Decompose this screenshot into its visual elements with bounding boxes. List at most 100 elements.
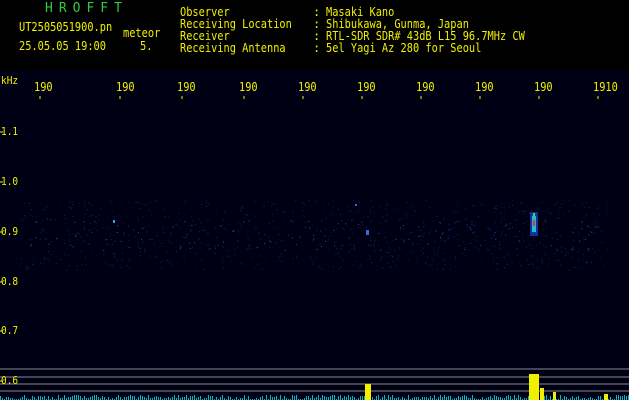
- noise-dot: [325, 240, 327, 242]
- noise-dot: [206, 202, 208, 204]
- noise-dot: [54, 219, 56, 221]
- noise-dot: [147, 225, 149, 227]
- noise-dot: [413, 250, 415, 252]
- noise-dot: [26, 266, 28, 268]
- noise-dot: [215, 227, 217, 229]
- noise-dot: [412, 204, 414, 206]
- noise-dot: [443, 219, 445, 221]
- noise-dot: [293, 221, 295, 223]
- level-trace: [450, 396, 451, 400]
- level-trace: [384, 395, 385, 400]
- noise-dot: [356, 211, 358, 213]
- noise-dot: [503, 217, 505, 219]
- noise-dot: [71, 220, 73, 222]
- noise-dot: [140, 254, 142, 256]
- noise-dot: [208, 203, 210, 205]
- noise-dot: [144, 248, 146, 250]
- noise-dot: [518, 240, 520, 242]
- level-trace: [280, 395, 281, 400]
- noise-dot: [409, 207, 411, 209]
- noise-dot: [107, 243, 108, 245]
- noise-dot: [170, 232, 172, 234]
- noise-dot: [415, 210, 417, 212]
- noise-dot: [386, 241, 388, 243]
- noise-dot: [418, 226, 420, 228]
- noise-dot: [577, 259, 579, 261]
- level-trace: [508, 395, 509, 400]
- noise-dot: [494, 208, 496, 209]
- noise-dot: [222, 219, 224, 221]
- noise-dot: [272, 213, 274, 215]
- noise-dot: [79, 203, 80, 205]
- noise-dot: [508, 228, 510, 230]
- noise-dot: [599, 214, 601, 216]
- level-trace: [514, 395, 515, 400]
- noise-dot: [123, 223, 125, 225]
- noise-dot: [128, 240, 130, 242]
- noise-dot: [311, 224, 313, 226]
- noise-dot: [478, 201, 480, 203]
- noise-dot: [592, 232, 594, 234]
- noise-dot: [437, 255, 439, 257]
- noise-dot: [20, 234, 22, 236]
- noise-dot: [597, 207, 599, 209]
- noise-dot: [533, 264, 535, 266]
- date-time: 25.05.05 19:00: [19, 39, 106, 53]
- noise-dot: [439, 256, 441, 258]
- noise-dot: [127, 265, 128, 267]
- noise-dot: [558, 217, 560, 219]
- noise-dot: [47, 258, 49, 260]
- noise-dot: [273, 228, 275, 230]
- noise-dot: [229, 224, 230, 226]
- noise-dot: [388, 247, 390, 249]
- noise-dot: [320, 229, 322, 231]
- noise-dot: [469, 226, 471, 228]
- noise-dot: [449, 256, 451, 258]
- noise-dot: [222, 267, 224, 269]
- noise-dot: [207, 232, 209, 234]
- level-trace: [148, 395, 149, 400]
- noise-dot: [256, 246, 258, 248]
- noise-dot: [444, 264, 446, 266]
- noise-dot: [462, 252, 464, 254]
- level-trace: [518, 395, 519, 400]
- antenna-label: Receiving Antenna: [180, 41, 286, 55]
- noise-dot: [149, 211, 151, 213]
- noise-dot: [457, 201, 458, 203]
- noise-dot: [584, 206, 586, 208]
- noise-dot: [495, 238, 497, 240]
- noise-dot: [107, 215, 109, 217]
- noise-dot: [341, 219, 343, 221]
- noise-dot: [598, 214, 600, 216]
- noise-dot: [564, 220, 566, 221]
- noise-dot: [236, 246, 238, 248]
- noise-dot: [503, 226, 505, 228]
- noise-dot: [202, 227, 203, 229]
- noise-dot: [183, 255, 185, 257]
- noise-dot: [118, 214, 120, 216]
- level-trace: [560, 395, 561, 400]
- noise-dot: [541, 260, 543, 262]
- noise-dot: [521, 210, 523, 212]
- noise-dot: [284, 249, 286, 251]
- noise-dot: [48, 260, 50, 262]
- noise-dot: [310, 206, 311, 207]
- noise-dot: [277, 209, 279, 211]
- noise-dot: [441, 232, 443, 234]
- level-trace: [444, 395, 445, 400]
- noise-dot: [164, 216, 166, 218]
- level-trace: [448, 396, 449, 400]
- noise-dot: [511, 204, 513, 206]
- noise-dot: [465, 207, 466, 209]
- noise-dot: [553, 252, 555, 254]
- noise-dot: [401, 238, 403, 240]
- noise-dot: [32, 263, 34, 265]
- noise-dot: [351, 220, 353, 222]
- noise-dot: [589, 230, 591, 232]
- noise-dot: [302, 235, 304, 237]
- noise-dot: [314, 249, 316, 251]
- noise-dot: [288, 234, 289, 236]
- noise-dot: [175, 224, 177, 226]
- noise-dot: [337, 223, 339, 225]
- noise-dot: [268, 236, 270, 238]
